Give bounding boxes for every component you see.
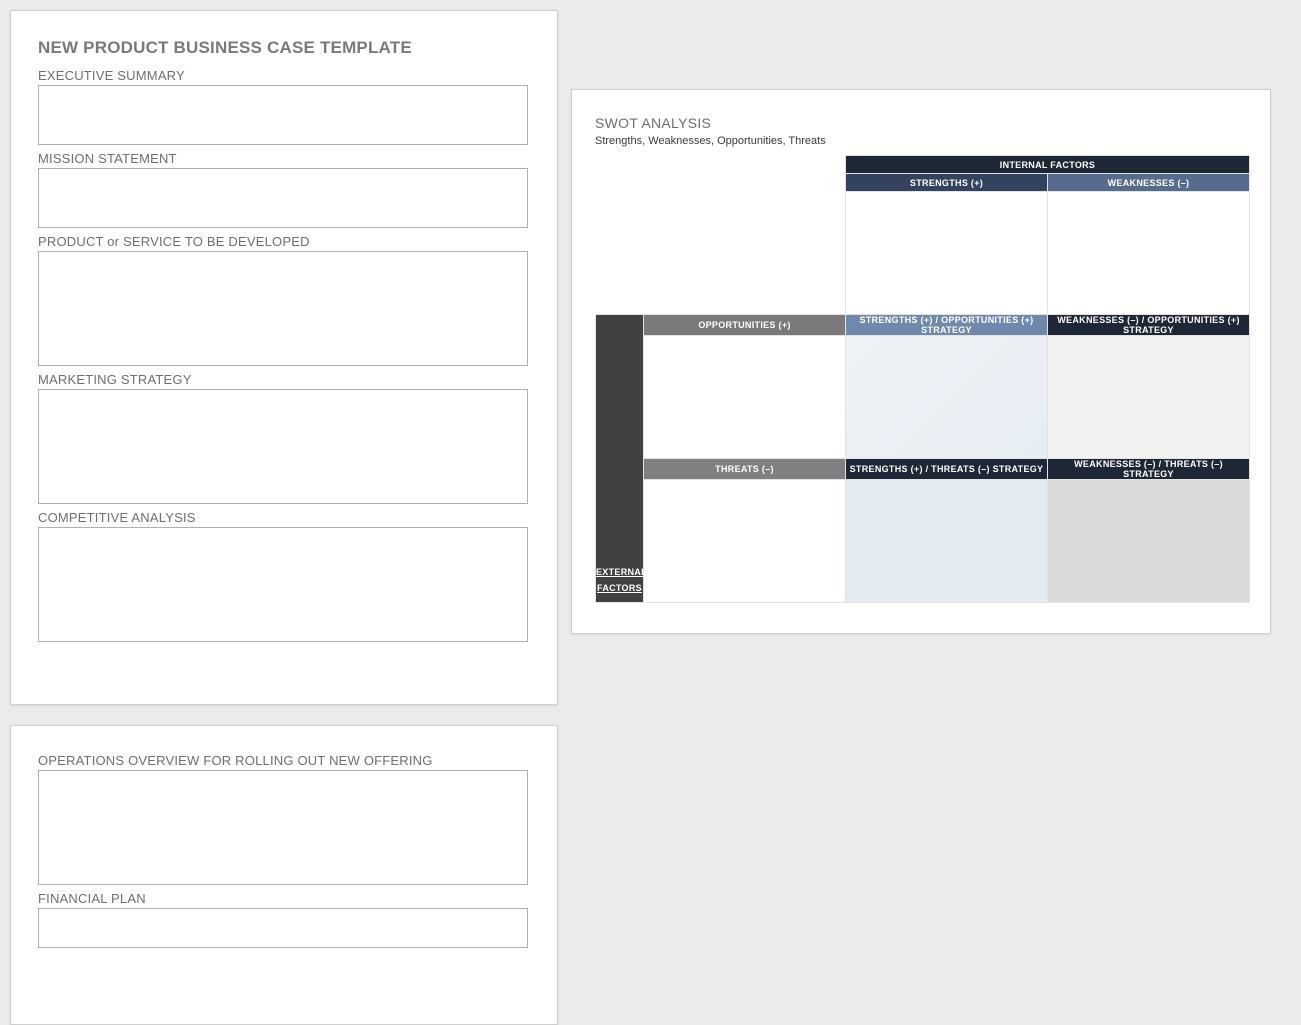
input-operations-overview[interactable] bbox=[38, 770, 528, 885]
swot-threats-cell[interactable] bbox=[644, 480, 846, 603]
label-mission-statement: MISSION STATEMENT bbox=[38, 151, 530, 166]
swot-wo-strategy-header: WEAKNESSES (–) / OPPORTUNITIES (+) STRAT… bbox=[1048, 315, 1250, 336]
label-operations-overview: OPERATIONS OVERVIEW FOR ROLLING OUT NEW … bbox=[38, 753, 530, 768]
swot-strengths-header: STRENGTHS (+) bbox=[846, 174, 1048, 192]
label-marketing-strategy: MARKETING STRATEGY bbox=[38, 372, 530, 387]
swot-st-strategy-cell[interactable] bbox=[846, 480, 1048, 603]
swot-opportunities-cell[interactable] bbox=[644, 336, 846, 459]
input-mission-statement[interactable] bbox=[38, 168, 528, 228]
swot-wt-strategy-header: WEAKNESSES (–) / THREATS (–) STRATEGY bbox=[1048, 459, 1250, 480]
template-page-2: OPERATIONS OVERVIEW FOR ROLLING OUT NEW … bbox=[10, 725, 558, 1025]
swot-corner-blank bbox=[596, 156, 644, 315]
input-marketing-strategy[interactable] bbox=[38, 389, 528, 504]
label-competitive-analysis: COMPETITIVE ANALYSIS bbox=[38, 510, 530, 525]
label-product-service: PRODUCT or SERVICE TO BE DEVELOPED bbox=[38, 234, 530, 249]
input-product-service[interactable] bbox=[38, 251, 528, 366]
template-page-swot: SWOT ANALYSIS Strengths, Weaknesses, Opp… bbox=[571, 89, 1271, 634]
input-executive-summary[interactable] bbox=[38, 85, 528, 145]
swot-wt-strategy-cell[interactable] bbox=[1048, 480, 1250, 603]
swot-weaknesses-cell[interactable] bbox=[1048, 192, 1250, 315]
document-title: NEW PRODUCT BUSINESS CASE TEMPLATE bbox=[38, 38, 530, 58]
swot-threats-header: THREATS (–) bbox=[644, 459, 846, 480]
swot-wo-strategy-cell[interactable] bbox=[1048, 336, 1250, 459]
label-executive-summary: EXECUTIVE SUMMARY bbox=[38, 68, 530, 83]
swot-matrix: INTERNAL FACTORS STRENGTHS (+) WEAKNESSE… bbox=[595, 155, 1250, 603]
swot-external-line2: FACTORS bbox=[596, 580, 643, 596]
swot-weaknesses-header: WEAKNESSES (–) bbox=[1048, 174, 1250, 192]
swot-strengths-cell[interactable] bbox=[846, 192, 1048, 315]
swot-opportunities-header: OPPORTUNITIES (+) bbox=[644, 315, 846, 336]
swot-subtitle: Strengths, Weaknesses, Opportunities, Th… bbox=[595, 135, 1247, 147]
swot-so-strategy-header: STRENGTHS (+) / OPPORTUNITIES (+) STRATE… bbox=[846, 315, 1048, 336]
swot-st-strategy-header: STRENGTHS (+) / THREATS (–) STRATEGY bbox=[846, 459, 1048, 480]
swot-upper-blank bbox=[644, 156, 846, 315]
swot-internal-factors-header: INTERNAL FACTORS bbox=[846, 156, 1250, 174]
label-financial-plan: FINANCIAL PLAN bbox=[38, 891, 530, 906]
input-financial-plan[interactable] bbox=[38, 908, 528, 948]
template-page-1: NEW PRODUCT BUSINESS CASE TEMPLATE EXECU… bbox=[10, 10, 558, 705]
swot-so-strategy-cell[interactable] bbox=[846, 336, 1048, 459]
swot-external-line1: EXTERNAL bbox=[596, 564, 643, 580]
swot-heading: SWOT ANALYSIS bbox=[595, 115, 1247, 131]
swot-external-factors-header: EXTERNAL FACTORS bbox=[596, 315, 644, 603]
input-competitive-analysis[interactable] bbox=[38, 527, 528, 642]
